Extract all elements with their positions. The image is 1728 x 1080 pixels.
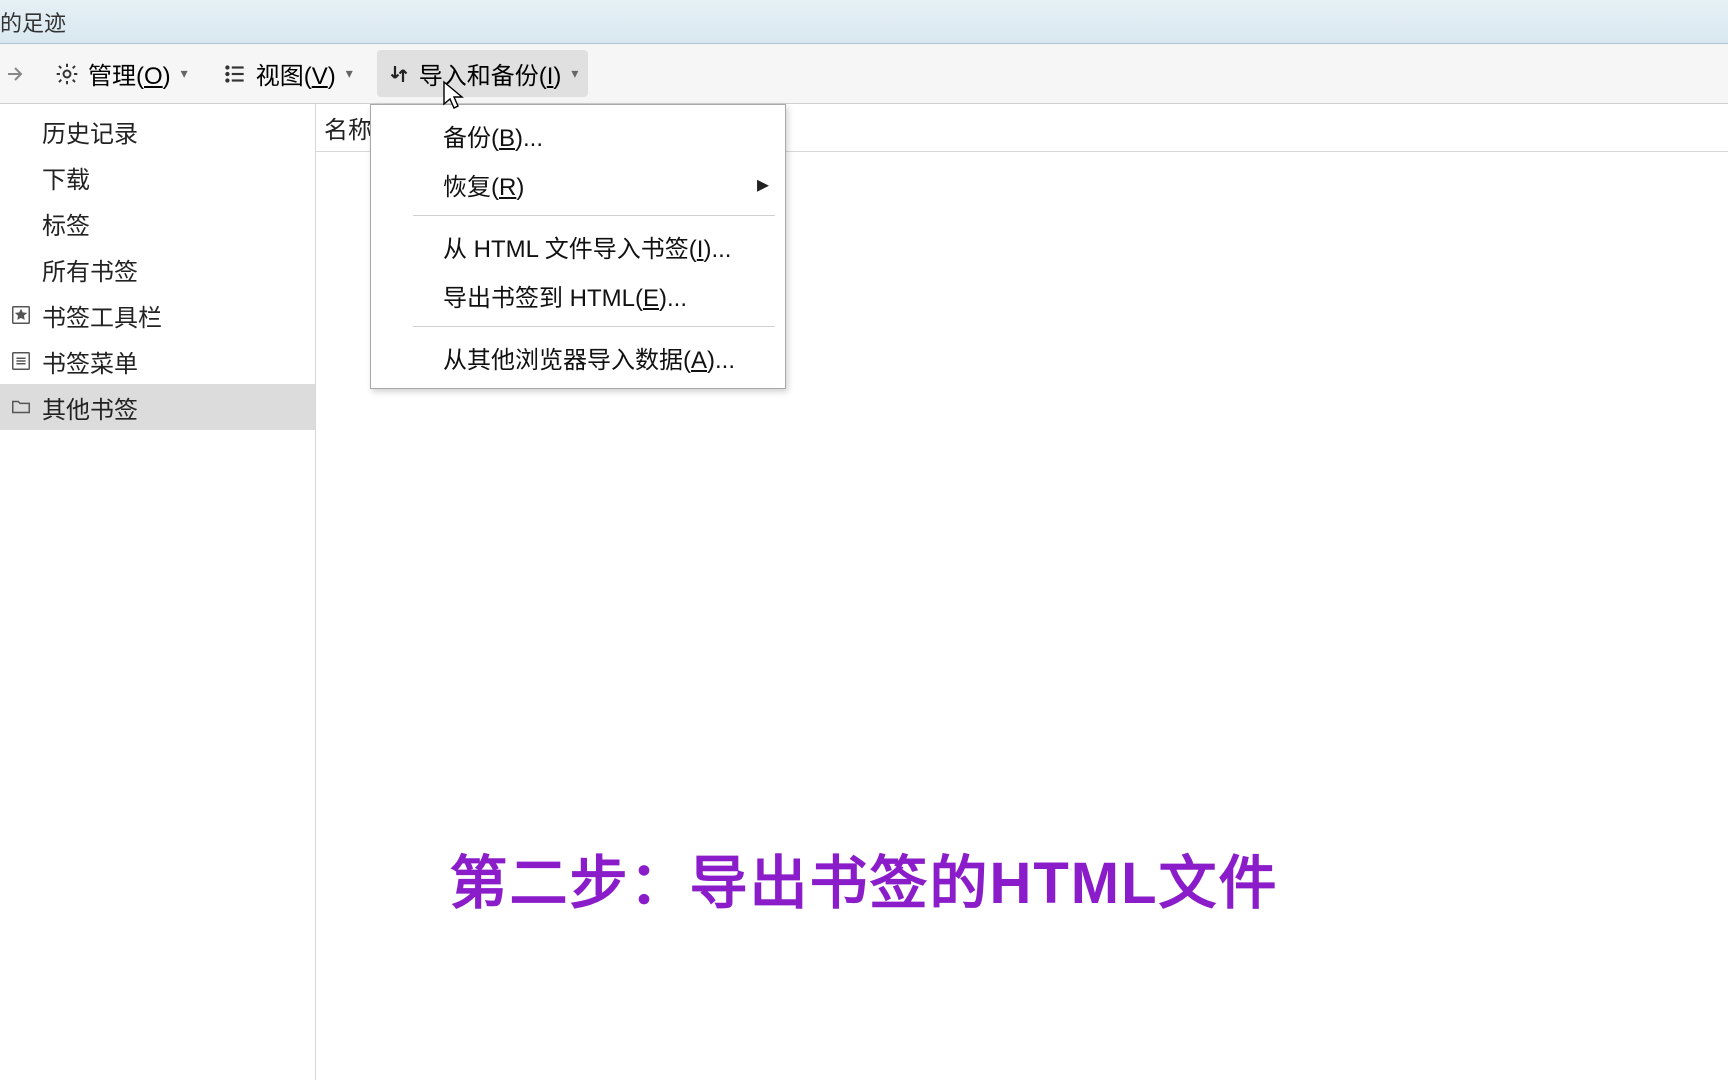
import-backup-label: 导入和备份(I) bbox=[419, 56, 562, 91]
menu-item-import-other[interactable]: 从其他浏览器导入数据(A)... bbox=[371, 333, 785, 382]
sidebar-item-label: 标签 bbox=[42, 206, 90, 241]
toolbar: 管理(O) ▾ 视图(V) ▾ 导入和备份(I) ▾ bbox=[0, 44, 1728, 104]
manage-label: 管理(O) bbox=[88, 56, 171, 91]
import-backup-button[interactable]: 导入和备份(I) ▾ bbox=[377, 50, 589, 97]
menu-item-restore[interactable]: 恢复(R) ▸ bbox=[371, 160, 785, 209]
sidebar-item-label: 历史记录 bbox=[42, 114, 138, 149]
menu-separator bbox=[413, 215, 775, 216]
sidebar-item-history[interactable]: 历史记录 bbox=[0, 108, 315, 154]
menu-box-icon bbox=[8, 350, 34, 372]
menu-item-label: 导出书签到 HTML(E)... bbox=[443, 278, 687, 313]
sidebar-item-label: 下载 bbox=[42, 160, 90, 195]
sidebar-item-label: 其他书签 bbox=[42, 390, 138, 425]
import-export-icon bbox=[387, 62, 411, 86]
list-icon bbox=[222, 61, 248, 87]
manage-button[interactable]: 管理(O) ▾ bbox=[44, 50, 198, 97]
menu-item-backup[interactable]: 备份(B)... bbox=[371, 111, 785, 160]
import-backup-menu: 备份(B)... 恢复(R) ▸ 从 HTML 文件导入书签(I)... 导出书… bbox=[370, 104, 786, 389]
forward-arrow-icon[interactable] bbox=[0, 62, 30, 86]
sidebar-item-bookmarks-menu[interactable]: 书签菜单 bbox=[0, 338, 315, 384]
sidebar-item-label: 书签工具栏 bbox=[42, 298, 162, 333]
sidebar-item-bookmarks-toolbar[interactable]: 书签工具栏 bbox=[0, 292, 315, 338]
menu-item-label: 恢复(R) bbox=[443, 167, 524, 202]
column-name-label: 名称 bbox=[316, 110, 372, 145]
sidebar-item-other-bookmarks[interactable]: 其他书签 bbox=[0, 384, 315, 430]
menu-item-label: 备份(B)... bbox=[443, 118, 543, 153]
chevron-down-icon: ▾ bbox=[346, 65, 353, 82]
window-title: 的足迹 bbox=[0, 6, 66, 38]
submenu-arrow-icon: ▸ bbox=[757, 170, 769, 199]
title-bar: 的足迹 bbox=[0, 0, 1728, 44]
menu-item-label: 从 HTML 文件导入书签(I)... bbox=[443, 229, 731, 264]
sidebar: 历史记录 下载 标签 所有书签 书签工具栏 bbox=[0, 104, 316, 1080]
menu-item-export-html[interactable]: 导出书签到 HTML(E)... bbox=[371, 271, 785, 320]
chevron-down-icon: ▾ bbox=[181, 65, 188, 82]
sidebar-item-label: 书签菜单 bbox=[42, 344, 138, 379]
tutorial-caption: 第二步：导出书签的HTML文件 bbox=[0, 836, 1728, 920]
sidebar-item-label: 所有书签 bbox=[42, 252, 138, 287]
folder-icon bbox=[8, 396, 34, 418]
gear-icon bbox=[54, 61, 80, 87]
sidebar-item-downloads[interactable]: 下载 bbox=[0, 154, 315, 200]
menu-item-label: 从其他浏览器导入数据(A)... bbox=[443, 340, 735, 375]
sidebar-item-all-bookmarks[interactable]: 所有书签 bbox=[0, 246, 315, 292]
main-area: 历史记录 下载 标签 所有书签 书签工具栏 bbox=[0, 104, 1728, 1080]
chevron-down-icon: ▾ bbox=[571, 65, 578, 82]
menu-item-import-html[interactable]: 从 HTML 文件导入书签(I)... bbox=[371, 222, 785, 271]
menu-separator bbox=[413, 326, 775, 327]
sidebar-item-tags[interactable]: 标签 bbox=[0, 200, 315, 246]
view-button[interactable]: 视图(V) ▾ bbox=[212, 50, 363, 97]
view-label: 视图(V) bbox=[256, 56, 336, 91]
star-box-icon bbox=[8, 304, 34, 326]
